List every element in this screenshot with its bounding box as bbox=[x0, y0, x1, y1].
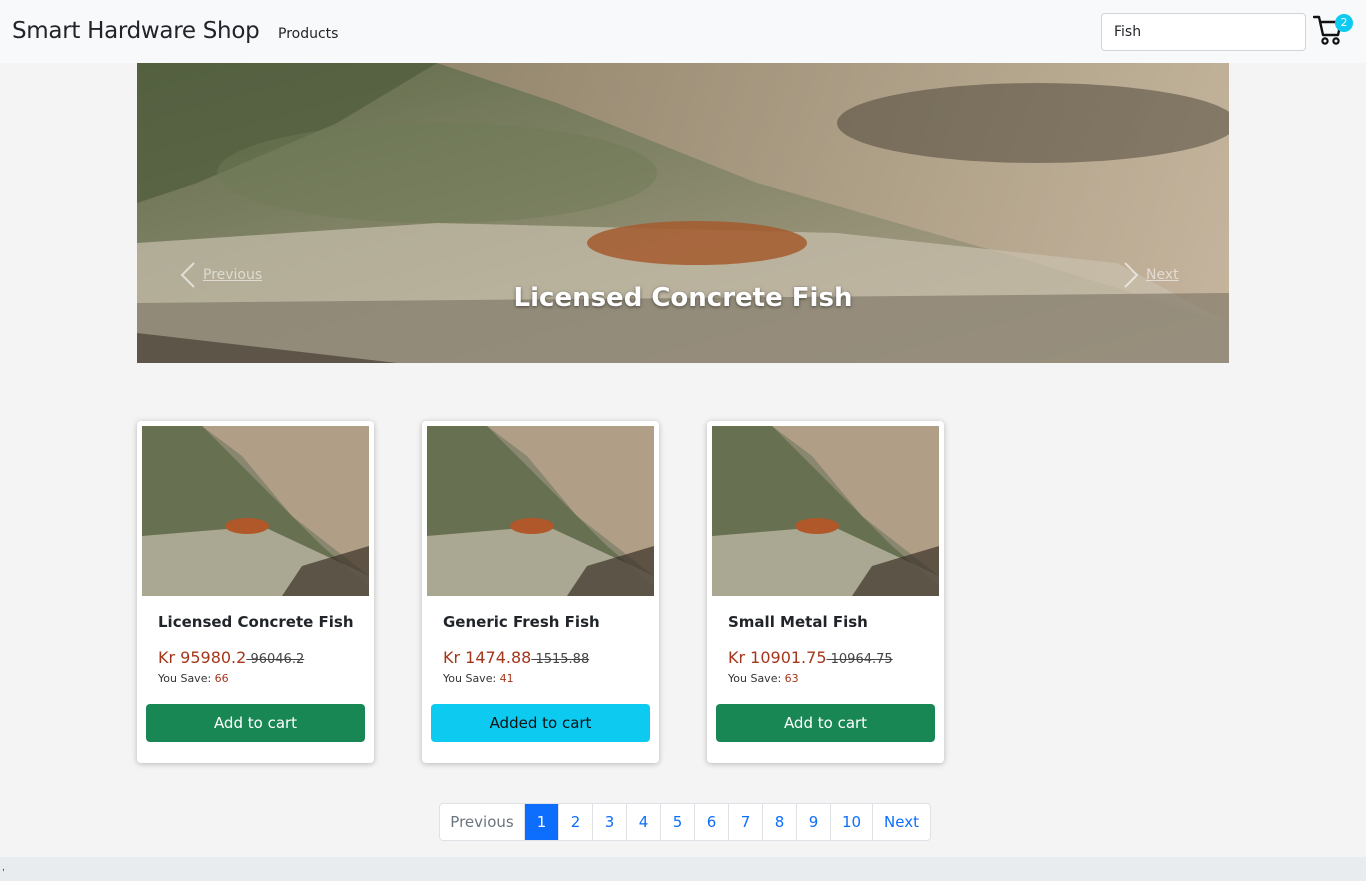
product-card: Generic Fresh Fish Kr 1474.88 1515.88 Yo… bbox=[422, 421, 659, 763]
product-price-row: Kr 95980.2 96046.2 bbox=[158, 648, 304, 667]
savings-label: You Save: bbox=[728, 672, 785, 685]
product-price: Kr 10901.75 bbox=[728, 648, 827, 667]
savings-value: 66 bbox=[214, 672, 229, 685]
pagination-previous[interactable]: Previous bbox=[440, 804, 524, 840]
product-card: Licensed Concrete Fish Kr 95980.2 96046.… bbox=[137, 421, 374, 763]
search-input[interactable] bbox=[1101, 13, 1306, 51]
product-title[interactable]: Licensed Concrete Fish bbox=[158, 613, 354, 631]
product-old-price: 96046.2 bbox=[246, 652, 305, 667]
product-price-row: Kr 10901.75 10964.75 bbox=[728, 648, 893, 667]
product-old-price: 1515.88 bbox=[531, 652, 590, 667]
savings-label: You Save: bbox=[158, 672, 215, 685]
add-to-cart-button[interactable]: Add to cart bbox=[146, 704, 365, 742]
carousel-previous-label: Previous bbox=[203, 267, 263, 283]
brand-link[interactable]: Smart Hardware Shop bbox=[12, 18, 260, 44]
product-price: Kr 1474.88 bbox=[443, 648, 532, 667]
savings-value: 63 bbox=[784, 672, 799, 685]
hero-carousel: Previous Next Licensed Concrete Fish bbox=[137, 63, 1229, 363]
pagination: Previous 1 2 3 4 5 6 7 8 9 10 Next bbox=[439, 803, 931, 841]
product-image[interactable] bbox=[142, 426, 369, 596]
product-savings: You Save: 63 bbox=[728, 672, 799, 685]
page-10[interactable]: 10 bbox=[830, 804, 872, 840]
navbar: Smart Hardware Shop Products 2 bbox=[0, 0, 1366, 63]
page-7[interactable]: 7 bbox=[728, 804, 762, 840]
add-to-cart-button[interactable]: Add to cart bbox=[716, 704, 935, 742]
product-image[interactable] bbox=[712, 426, 939, 596]
footer-mark: , bbox=[2, 862, 5, 873]
product-image[interactable] bbox=[427, 426, 654, 596]
added-to-cart-button[interactable]: Added to cart bbox=[431, 704, 650, 742]
product-title[interactable]: Generic Fresh Fish bbox=[443, 613, 600, 631]
savings-label: You Save: bbox=[443, 672, 500, 685]
page-4[interactable]: 4 bbox=[626, 804, 660, 840]
page-5[interactable]: 5 bbox=[660, 804, 694, 840]
cart-button[interactable]: 2 bbox=[1312, 14, 1355, 52]
savings-value: 41 bbox=[499, 672, 514, 685]
page-8[interactable]: 8 bbox=[762, 804, 796, 840]
carousel-next-label: Next bbox=[1146, 267, 1179, 283]
pagination-next[interactable]: Next bbox=[872, 804, 930, 840]
page-1[interactable]: 1 bbox=[524, 804, 558, 840]
footer bbox=[0, 857, 1366, 881]
product-savings: You Save: 66 bbox=[158, 672, 229, 685]
product-price: Kr 95980.2 bbox=[158, 648, 247, 667]
product-savings: You Save: 41 bbox=[443, 672, 514, 685]
product-old-price: 10964.75 bbox=[826, 652, 893, 667]
nav-link-products[interactable]: Products bbox=[278, 26, 338, 42]
page-2[interactable]: 2 bbox=[558, 804, 592, 840]
product-card: Small Metal Fish Kr 10901.75 10964.75 Yo… bbox=[707, 421, 944, 763]
page-6[interactable]: 6 bbox=[694, 804, 728, 840]
product-price-row: Kr 1474.88 1515.88 bbox=[443, 648, 589, 667]
cart-count-badge: 2 bbox=[1335, 14, 1353, 32]
page-9[interactable]: 9 bbox=[796, 804, 830, 840]
carousel-image bbox=[137, 63, 1229, 363]
carousel-caption: Licensed Concrete Fish bbox=[513, 283, 853, 313]
product-title[interactable]: Small Metal Fish bbox=[728, 613, 868, 631]
page-3[interactable]: 3 bbox=[592, 804, 626, 840]
